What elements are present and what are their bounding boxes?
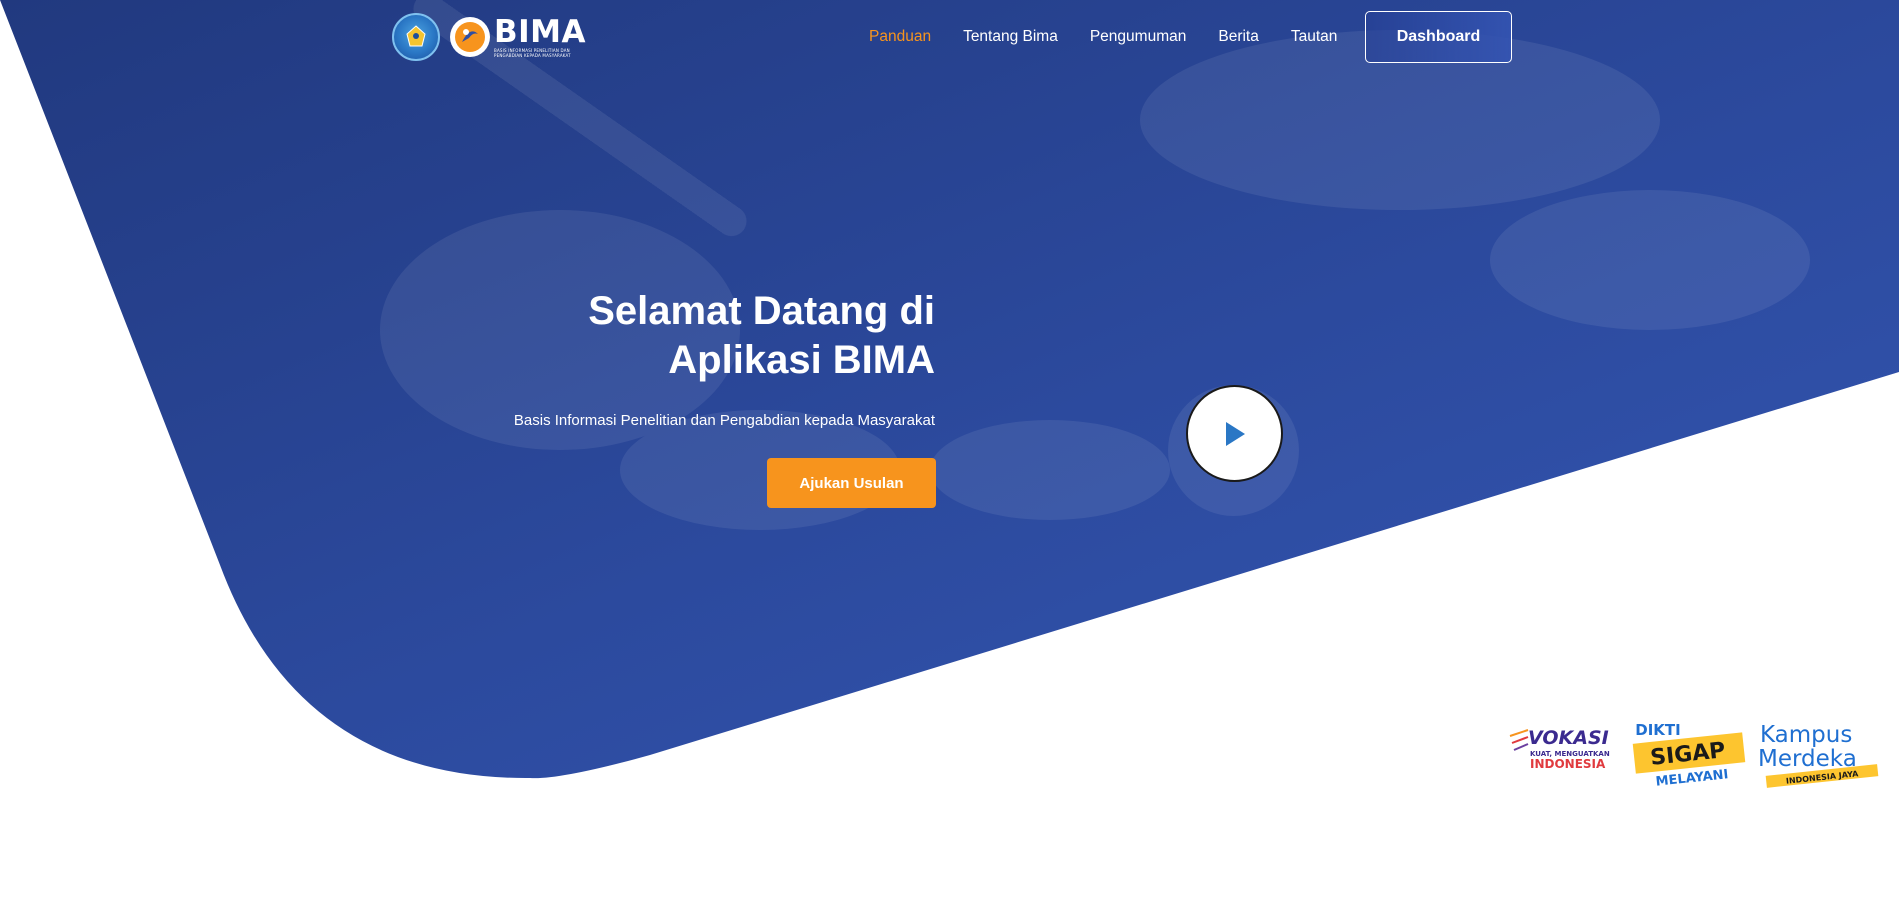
site-header: BIMA BASIS INFORMASI PENELITIAN DAN PENG… bbox=[0, 0, 1899, 76]
tut-wuri-handayani-logo bbox=[392, 13, 440, 61]
nav-link-pengumuman[interactable]: Pengumuman bbox=[1090, 28, 1187, 46]
dikti-top: DIKTI bbox=[1635, 721, 1680, 739]
bima-emblem-icon bbox=[450, 17, 490, 57]
play-video-button[interactable] bbox=[1186, 385, 1283, 482]
hero-subtitle: Basis Informasi Penelitian dan Pengabdia… bbox=[513, 412, 935, 429]
submit-proposal-button[interactable]: Ajukan Usulan bbox=[767, 458, 936, 508]
hero-title: Selamat Datang di Aplikasi BIMA bbox=[415, 287, 935, 385]
kampus-merdeka-logo: Kampus Merdeka INDONESIA JAYA bbox=[1758, 722, 1879, 788]
nav-link-panduan[interactable]: Panduan bbox=[869, 28, 931, 46]
main-nav: Panduan Tentang Bima Pengumuman Berita T… bbox=[869, 28, 1369, 46]
kampus-line1: Kampus bbox=[1760, 722, 1852, 748]
dikti-sigap-logo: DIKTI SIGAP MELAYANI bbox=[1632, 721, 1746, 790]
play-icon bbox=[1225, 421, 1245, 446]
hero-title-line1: Selamat Datang di bbox=[588, 289, 935, 333]
nav-link-tentang-bima[interactable]: Tentang Bima bbox=[963, 28, 1058, 46]
dikti-bottom: MELAYANI bbox=[1655, 767, 1729, 790]
vokasi-logo: VOKASI KUAT, MENGUATKAN INDONESIA bbox=[1509, 727, 1610, 771]
nav-link-berita[interactable]: Berita bbox=[1218, 28, 1259, 46]
vokasi-title: VOKASI bbox=[1528, 727, 1609, 749]
hero-title-line2: Aplikasi BIMA bbox=[668, 338, 935, 382]
dashboard-button[interactable]: Dashboard bbox=[1365, 11, 1512, 63]
brand-logo[interactable]: BIMA BASIS INFORMASI PENELITIAN DAN PENG… bbox=[392, 13, 586, 61]
vokasi-line2: INDONESIA bbox=[1530, 757, 1606, 771]
brand-name: BIMA bbox=[494, 14, 587, 50]
partner-logos: VOKASI KUAT, MENGUATKAN INDONESIA DIKTI … bbox=[1509, 721, 1879, 790]
brand-tagline: BASIS INFORMASI PENELITIAN DAN PENGABDIA… bbox=[494, 48, 571, 58]
nav-link-tautan[interactable]: Tautan bbox=[1291, 28, 1338, 46]
